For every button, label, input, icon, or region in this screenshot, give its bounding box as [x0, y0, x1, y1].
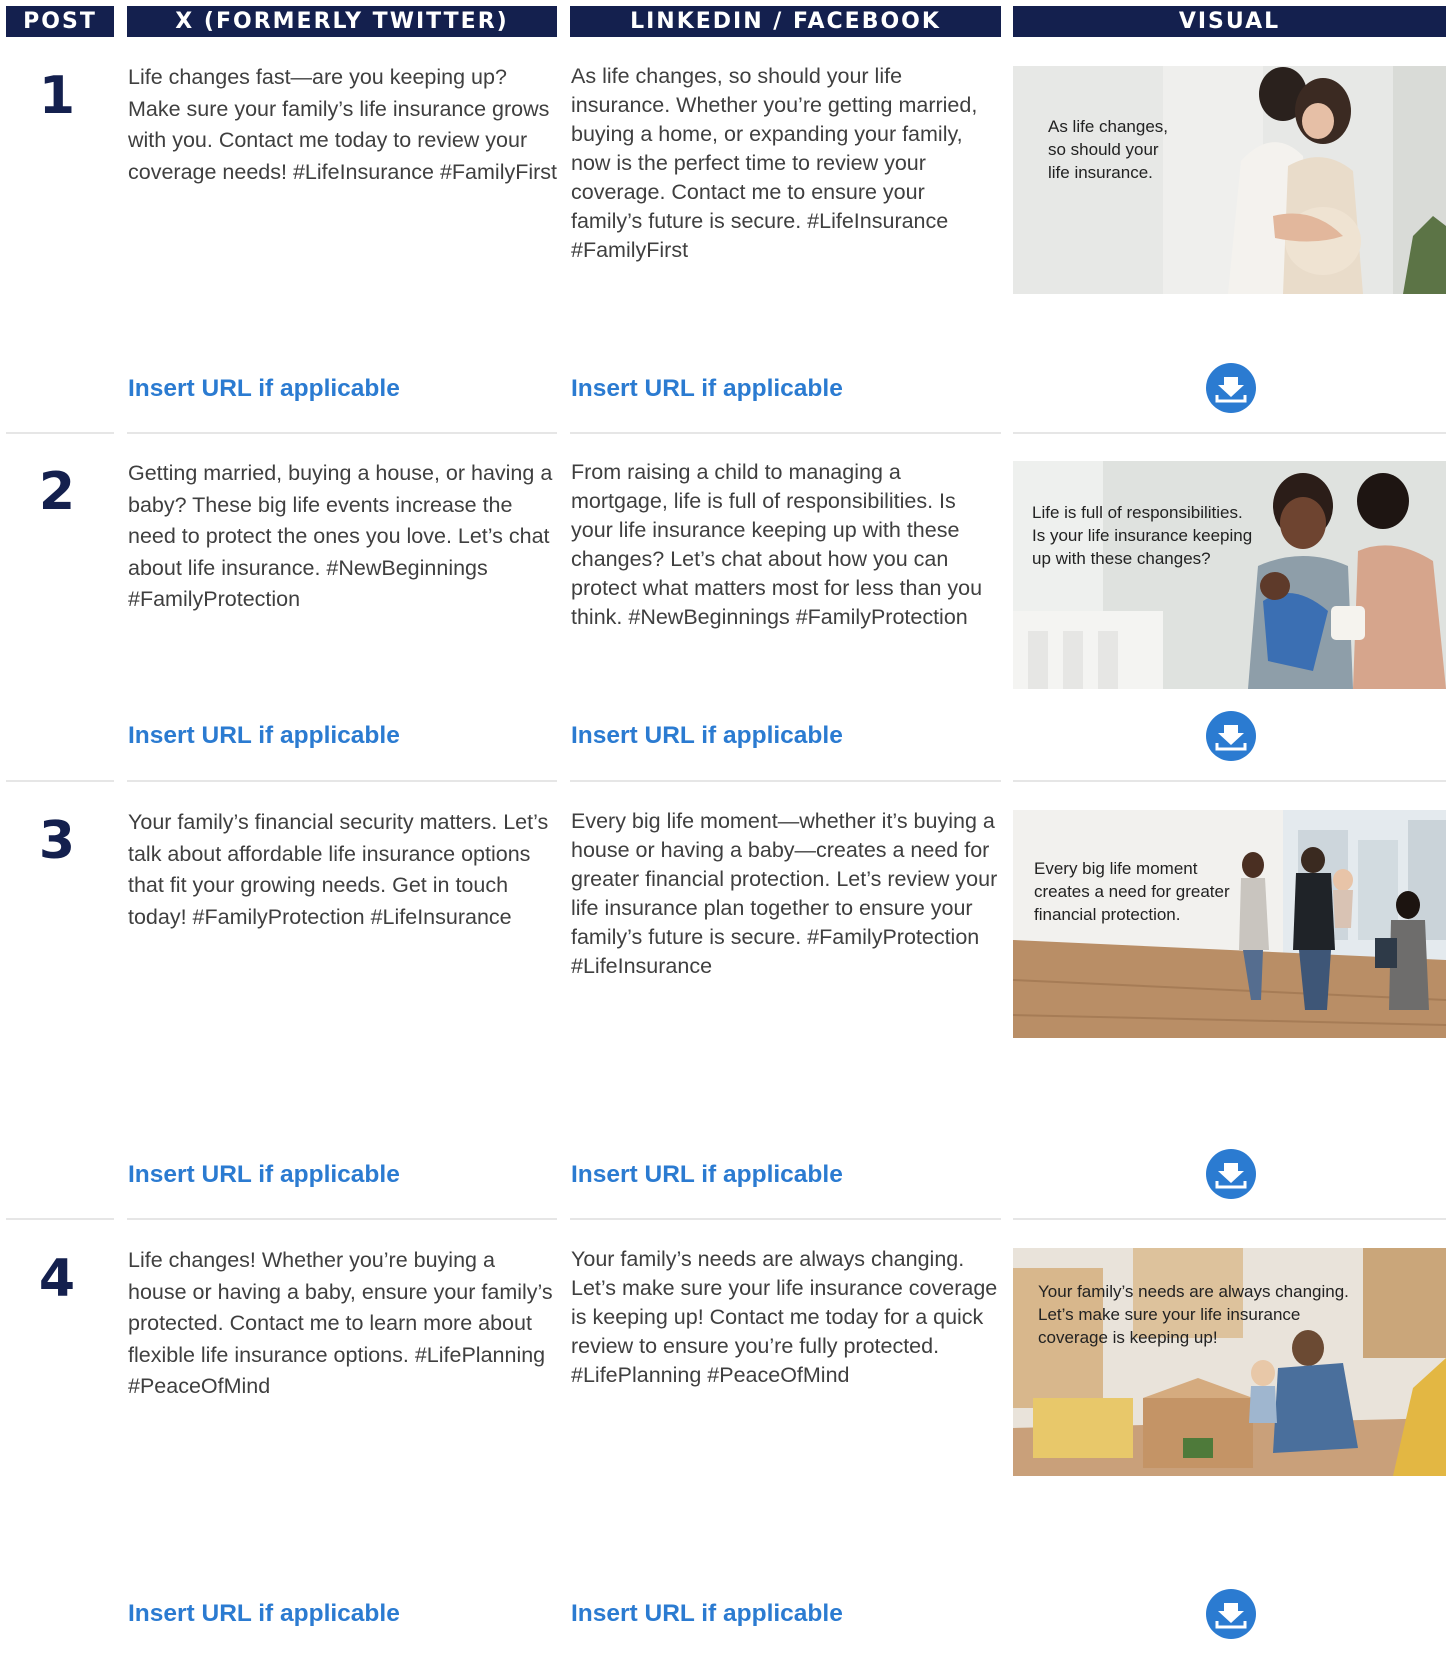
linkedin-post-text: From raising a child to managing a mortg… [571, 460, 983, 629]
download-icon [1206, 1589, 1256, 1639]
post-number: 3 [38, 811, 76, 871]
row-divider [127, 432, 557, 434]
linkedin-post-text: As life changes, so should your life ins… [571, 64, 978, 262]
row-divider [570, 780, 1001, 782]
x-insert-url-link[interactable]: Insert URL if applicable [128, 1160, 400, 1190]
linkedin-post-text: Your family’s needs are always changing.… [571, 1247, 998, 1387]
row-divider [6, 432, 114, 434]
linkedin-insert-url-link[interactable]: Insert URL if applicable [571, 374, 843, 404]
header-linkedin-facebook: LINKEDIN / FACEBOOK [570, 6, 1001, 37]
linkedin-insert-url-link[interactable]: Insert URL if applicable [571, 721, 843, 751]
linkedin-insert-url-link[interactable]: Insert URL if applicable [571, 1160, 843, 1190]
row-divider [127, 780, 557, 782]
x-insert-url-link[interactable]: Insert URL if applicable [128, 721, 400, 751]
visual-caption: Every big life moment creates a need for… [1034, 859, 1230, 924]
x-post-text: Life changes! Whether you’re buying a ho… [128, 1248, 553, 1398]
visual-caption: Life is full of responsibilities. Is you… [1032, 503, 1253, 568]
download-icon [1206, 711, 1256, 761]
post-number: 2 [38, 462, 76, 522]
post-number: 1 [38, 66, 76, 126]
download-button[interactable] [1206, 711, 1256, 761]
post-visual-image: As life changes, so should your life ins… [1013, 66, 1446, 294]
row-divider [1013, 780, 1446, 782]
row-divider [6, 780, 114, 782]
linkedin-post-text: Every big life moment—whether it’s buyin… [571, 809, 998, 978]
x-post-text: Life changes fast—are you keeping up? Ma… [128, 65, 558, 184]
x-post-text: Getting married, buying a house, or havi… [128, 461, 553, 611]
post-visual-image: Your family’s needs are always changing.… [1013, 1248, 1446, 1476]
header-visual: VISUAL [1013, 6, 1446, 37]
x-insert-url-link[interactable]: Insert URL if applicable [128, 1599, 400, 1629]
post-visual-image: Every big life moment creates a need for… [1013, 810, 1446, 1038]
family-photo [1013, 461, 1446, 689]
row-divider [127, 1218, 557, 1220]
download-icon [1206, 1149, 1256, 1199]
visual-caption: Your family’s needs are always changing.… [1038, 1282, 1349, 1347]
row-divider [570, 1218, 1001, 1220]
row-divider [1013, 1218, 1446, 1220]
x-insert-url-link[interactable]: Insert URL if applicable [128, 374, 400, 404]
row-divider [570, 432, 1001, 434]
row-divider [1013, 432, 1446, 434]
post-visual-image: Life is full of responsibilities. Is you… [1013, 461, 1446, 689]
header-x: X (FORMERLY TWITTER) [127, 6, 557, 37]
linkedin-insert-url-link[interactable]: Insert URL if applicable [571, 1599, 843, 1629]
x-post-text: Your family’s financial security matters… [128, 810, 549, 929]
download-button[interactable] [1206, 1589, 1256, 1639]
header-post: POST [6, 6, 114, 37]
visual-caption: As life changes, so should your life ins… [1048, 117, 1169, 182]
post-number: 4 [38, 1249, 76, 1309]
download-button[interactable] [1206, 1149, 1256, 1199]
row-divider [6, 1218, 114, 1220]
download-button[interactable] [1206, 363, 1256, 413]
download-icon [1206, 363, 1256, 413]
